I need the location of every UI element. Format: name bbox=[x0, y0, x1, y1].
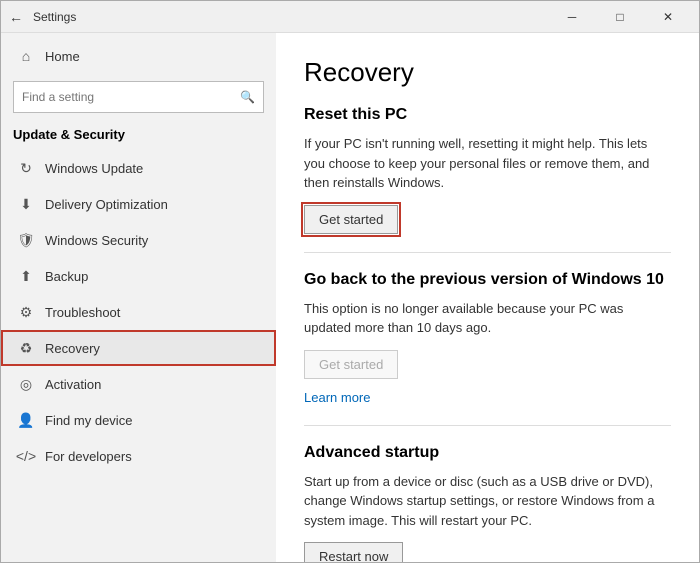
search-box[interactable]: 🔍 bbox=[13, 81, 264, 113]
sidebar-item-for-developers[interactable]: </> For developers bbox=[1, 438, 276, 474]
section-title-advanced-startup: Advanced startup bbox=[304, 444, 671, 462]
sidebar-section-label: Update & Security bbox=[1, 123, 276, 150]
sidebar-item-recovery[interactable]: ♻ Recovery bbox=[1, 330, 276, 366]
section-body-advanced-startup: Start up from a device or disc (such as … bbox=[304, 472, 671, 531]
section-divider bbox=[304, 252, 671, 253]
go-back-learn-more-link[interactable]: Learn more bbox=[304, 390, 370, 405]
minimize-button[interactable]: ─ bbox=[549, 1, 595, 33]
delivery-optimization-icon: ⬇ bbox=[17, 195, 35, 213]
sidebar-label-for-developers: For developers bbox=[45, 449, 132, 464]
search-icon: 🔍 bbox=[240, 90, 255, 104]
sidebar-label-find-my-device: Find my device bbox=[45, 413, 132, 428]
section-title-reset-pc: Reset this PC bbox=[304, 106, 671, 124]
back-button[interactable]: ← bbox=[9, 9, 23, 25]
sidebar-item-windows-security[interactable]: 🛡 Windows Security bbox=[1, 222, 276, 258]
sidebar-label-windows-update: Windows Update bbox=[45, 161, 143, 176]
sidebar-label-backup: Backup bbox=[45, 269, 88, 284]
sidebar: ⌂ Home 🔍 Update & Security ↻ Windows Upda… bbox=[1, 33, 276, 562]
sidebar-label-windows-security: Windows Security bbox=[45, 233, 148, 248]
titlebar: ← Settings ─ □ ✕ bbox=[1, 1, 699, 33]
close-button[interactable]: ✕ bbox=[645, 1, 691, 33]
sidebar-item-delivery-optimization[interactable]: ⬇ Delivery Optimization bbox=[1, 186, 276, 222]
for-developers-icon: </> bbox=[17, 447, 35, 465]
sidebar-item-home[interactable]: ⌂ Home bbox=[1, 37, 276, 75]
content-panel: Recovery Reset this PC If your PC isn't r… bbox=[276, 33, 699, 562]
nav-items: ↻ Windows Update ⬇ Delivery Optimization 🛡 Wi… bbox=[1, 150, 276, 474]
sidebar-item-activation[interactable]: ◎ Activation bbox=[1, 366, 276, 402]
sidebar-label-recovery: Recovery bbox=[45, 341, 100, 356]
titlebar-title: Settings bbox=[33, 10, 549, 24]
page-title: Recovery bbox=[304, 57, 671, 88]
reset-pc-button[interactable]: Get started bbox=[304, 205, 398, 234]
search-input[interactable] bbox=[22, 90, 240, 104]
sidebar-item-backup[interactable]: ⬆ Backup bbox=[1, 258, 276, 294]
recovery-icon: ♻ bbox=[17, 339, 35, 357]
section-divider bbox=[304, 425, 671, 426]
backup-icon: ⬆ bbox=[17, 267, 35, 285]
sections-container: Reset this PC If your PC isn't running we… bbox=[304, 106, 671, 562]
maximize-button[interactable]: □ bbox=[597, 1, 643, 33]
section-title-go-back: Go back to the previous version of Windo… bbox=[304, 271, 671, 289]
sidebar-item-find-my-device[interactable]: 👤 Find my device bbox=[1, 402, 276, 438]
main-layout: ⌂ Home 🔍 Update & Security ↻ Windows Upda… bbox=[1, 33, 699, 562]
section-body-reset-pc: If your PC isn't running well, resetting… bbox=[304, 134, 671, 193]
section-body-go-back: This option is no longer available becau… bbox=[304, 299, 671, 338]
go-back-button: Get started bbox=[304, 350, 398, 379]
sidebar-label-troubleshoot: Troubleshoot bbox=[45, 305, 120, 320]
window-controls: ─ □ ✕ bbox=[549, 1, 691, 33]
windows-update-icon: ↻ bbox=[17, 159, 35, 177]
advanced-startup-button[interactable]: Restart now bbox=[304, 542, 403, 562]
activation-icon: ◎ bbox=[17, 375, 35, 393]
home-label: Home bbox=[45, 49, 80, 64]
sidebar-item-windows-update[interactable]: ↻ Windows Update bbox=[1, 150, 276, 186]
sidebar-label-activation: Activation bbox=[45, 377, 101, 392]
troubleshoot-icon: ⚙ bbox=[17, 303, 35, 321]
home-icon: ⌂ bbox=[17, 47, 35, 65]
find-my-device-icon: 👤 bbox=[17, 411, 35, 429]
sidebar-item-troubleshoot[interactable]: ⚙ Troubleshoot bbox=[1, 294, 276, 330]
windows-security-icon: 🛡 bbox=[17, 231, 35, 249]
sidebar-label-delivery-optimization: Delivery Optimization bbox=[45, 197, 168, 212]
